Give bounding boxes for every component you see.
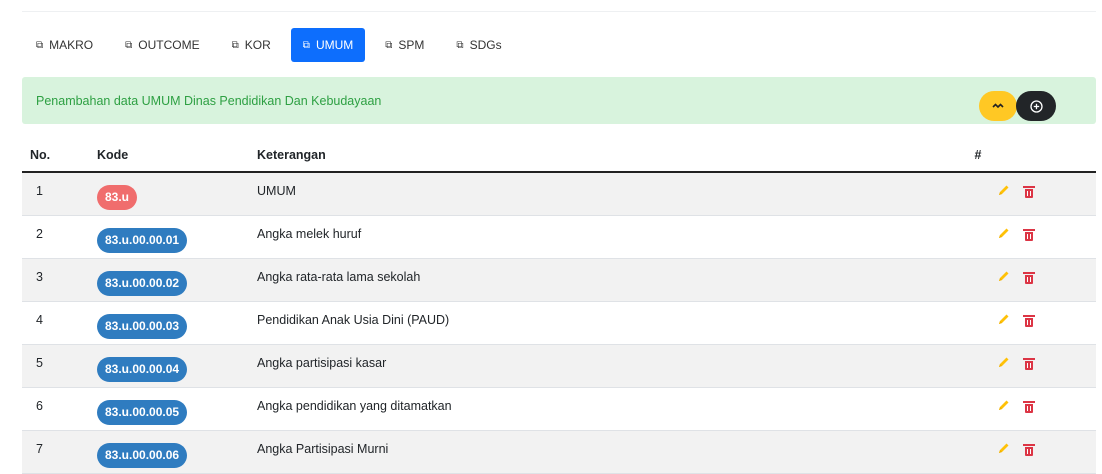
row-actions [918, 227, 1096, 243]
header-keterangan: Keterangan [257, 138, 918, 173]
add-button[interactable] [1016, 91, 1056, 121]
tab-umum[interactable]: ⧉ UMUM [290, 28, 366, 62]
trash-icon[interactable] [1023, 444, 1035, 456]
row-number: 1 [36, 184, 43, 198]
row-number: 5 [36, 356, 43, 370]
pencil-icon[interactable] [997, 270, 1010, 286]
table-row: 3 83.u.00.00.02 Angka rata-rata lama sekol… [22, 258, 1096, 302]
row-actions [918, 184, 1096, 200]
row-keterangan: Angka melek huruf [257, 227, 362, 241]
tab-outcome[interactable]: ⧉ OUTCOME [113, 28, 211, 62]
plus-circle-icon [1029, 99, 1043, 113]
row-keterangan: UMUM [257, 184, 296, 198]
copy-icon: ⧉ [456, 39, 464, 51]
tab-label: OUTCOME [138, 38, 200, 52]
copy-icon: ⧉ [231, 39, 239, 51]
tab-label: SPM [398, 38, 425, 52]
data-table: No. Kode Keterangan # 1 83.u UMUM 2 83.u.00.… [22, 138, 1096, 474]
copy-icon: ⧉ [385, 39, 393, 51]
row-keterangan: Angka pendidikan yang ditamatkan [257, 399, 452, 413]
tab-label: UMUM [315, 38, 354, 52]
kode-badge: 83.u.00.00.02 [97, 270, 188, 296]
row-keterangan: Angka Partisipasi Murni [257, 442, 389, 456]
trash-icon[interactable] [1023, 186, 1035, 198]
row-actions [918, 313, 1096, 329]
row-actions [918, 399, 1096, 415]
tab-label: MAKRO [49, 38, 94, 52]
kode-badge: 83.u.00.00.04 [97, 356, 188, 382]
kode-badge: 83.u.00.00.01 [97, 227, 188, 253]
kode-badge: 83.u.00.00.05 [97, 399, 188, 425]
tab-label: SDGs [469, 38, 502, 52]
trash-icon[interactable] [1023, 358, 1035, 370]
collapse-button[interactable] [979, 91, 1017, 121]
row-actions [918, 442, 1096, 458]
top-divider [22, 11, 1096, 12]
trash-icon[interactable] [1023, 229, 1035, 241]
info-alert: Penambahan data UMUM Dinas Pendidikan Da… [22, 77, 1096, 124]
pencil-icon[interactable] [997, 399, 1010, 415]
table-row: 4 83.u.00.00.03 Pendidikan Anak Usia Dini … [22, 301, 1096, 345]
row-number: 7 [36, 442, 43, 456]
row-number: 6 [36, 399, 43, 413]
row-actions [918, 356, 1096, 372]
header-actions: # [918, 138, 1096, 173]
chevrons-icon [992, 103, 1004, 109]
trash-icon[interactable] [1023, 272, 1035, 284]
table-row: 5 83.u.00.00.04 Angka partisipasi kasar [22, 344, 1096, 388]
row-keterangan: Pendidikan Anak Usia Dini (PAUD) [257, 313, 450, 327]
tab-sdgs[interactable]: ⧉ SDGs [444, 28, 513, 62]
table-header-row: No. Kode Keterangan # [22, 138, 1096, 173]
row-number: 3 [36, 270, 43, 284]
table-row: 7 83.u.00.00.06 Angka Partisipasi Murni [22, 430, 1096, 474]
table-row: 2 83.u.00.00.01 Angka melek huruf [22, 215, 1096, 259]
pencil-icon[interactable] [997, 184, 1010, 200]
row-number: 2 [36, 227, 43, 241]
pencil-icon[interactable] [997, 313, 1010, 329]
kode-badge: 83.u [97, 184, 138, 210]
trash-icon[interactable] [1023, 315, 1035, 327]
tab-bar: ⧉ MAKRO ⧉ OUTCOME ⧉ KOR ⧉ UMUM ⧉ SPM ⧉ SDGs [24, 28, 522, 62]
alert-text: Penambahan data UMUM Dinas Pendidikan Da… [36, 94, 382, 108]
table-row: 6 83.u.00.00.05 Angka pendidikan yang dita… [22, 387, 1096, 431]
tab-label: KOR [244, 38, 271, 52]
header-no: No. [22, 138, 97, 173]
pencil-icon[interactable] [997, 227, 1010, 243]
kode-badge: 83.u.00.00.03 [97, 313, 188, 339]
row-keterangan: Angka partisipasi kasar [257, 356, 387, 370]
copy-icon: ⧉ [36, 39, 44, 51]
copy-icon: ⧉ [302, 39, 310, 51]
header-kode: Kode [97, 138, 257, 173]
pencil-icon[interactable] [997, 356, 1010, 372]
row-actions [918, 270, 1096, 286]
tab-spm[interactable]: ⧉ SPM [373, 28, 436, 62]
kode-badge: 83.u.00.00.06 [97, 442, 188, 468]
copy-icon: ⧉ [125, 39, 133, 51]
tab-makro[interactable]: ⧉ MAKRO [24, 28, 105, 62]
pencil-icon[interactable] [997, 442, 1010, 458]
row-keterangan: Angka rata-rata lama sekolah [257, 270, 421, 284]
trash-icon[interactable] [1023, 401, 1035, 413]
table-row: 1 83.u UMUM [22, 172, 1096, 216]
row-number: 4 [36, 313, 43, 327]
tab-kor[interactable]: ⧉ KOR [220, 28, 283, 62]
